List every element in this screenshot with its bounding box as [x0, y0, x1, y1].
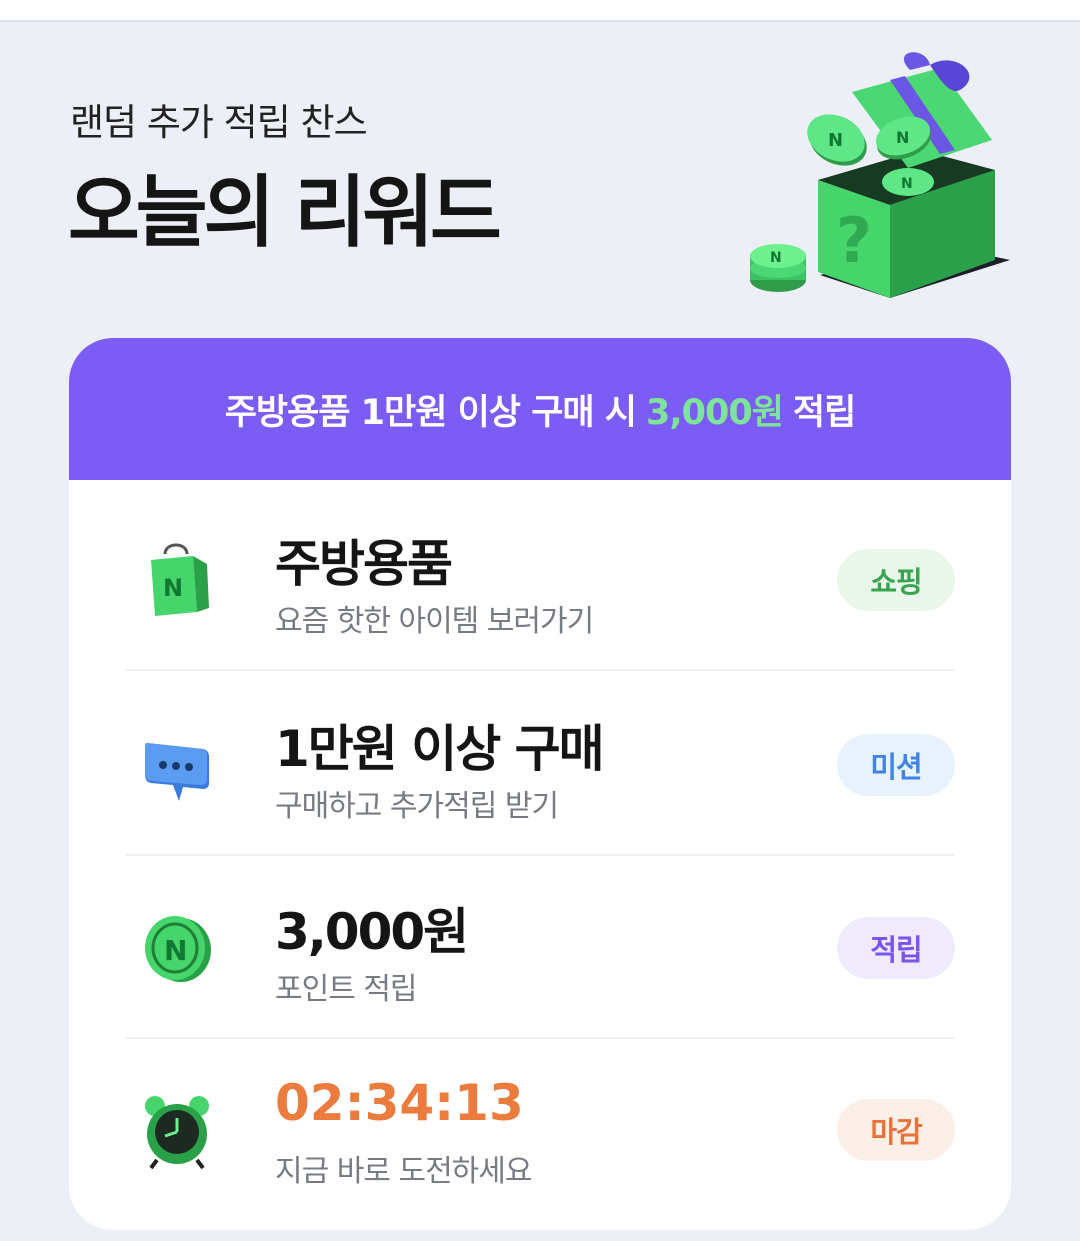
reward-row-mission[interactable]: 1만원 이상 구매 구매하고 추가적립 받기 미션 — [125, 673, 955, 856]
banner-suffix: 적립 — [792, 392, 856, 433]
badge-deadline[interactable]: 마감 — [837, 1098, 955, 1161]
svg-text:N: N — [163, 574, 183, 602]
svg-text:N: N — [896, 128, 909, 147]
gift-box-icon: N ? N N N — [750, 52, 1010, 298]
alarm-clock-icon — [145, 1095, 209, 1169]
badge-points[interactable]: 적립 — [837, 916, 955, 979]
svg-text:N: N — [901, 176, 913, 192]
top-strip — [0, 0, 1080, 20]
svg-text:N: N — [770, 250, 782, 266]
row-subtitle: 지금 바로 도전하세요 — [275, 1154, 532, 1189]
row-subtitle: 요즘 핫한 아이템 보러가기 — [275, 604, 594, 639]
reward-row-shopping[interactable]: N 주방용품 요즘 핫한 아이템 보러가기 쇼핑 — [125, 488, 955, 671]
row-title: 1만원 이상 구매 — [275, 720, 605, 778]
banner-amount: 3,000원 — [645, 392, 784, 433]
row-divider — [125, 669, 955, 671]
reward-banner: 주방용품 1만원 이상 구매 시 3,000원 적립 — [69, 338, 1011, 480]
svg-text:N: N — [164, 934, 187, 967]
shopping-bag-icon: N — [151, 543, 209, 616]
page-title: 오늘의 리워드 — [68, 168, 502, 258]
row-title: 주방용품 — [275, 535, 453, 593]
reward-row-points[interactable]: N 3,000원 포인트 적립 적립 — [125, 856, 955, 1039]
banner-prefix: 주방용품 1만원 이상 구매 시 — [224, 392, 637, 433]
svg-text:?: ? — [836, 204, 872, 277]
page-subtitle: 랜덤 추가 적립 찬스 — [70, 101, 368, 144]
row-subtitle: 구매하고 추가적립 받기 — [275, 789, 559, 824]
badge-shopping[interactable]: 쇼핑 — [837, 548, 955, 611]
row-title: 3,000원 — [275, 903, 469, 961]
coin-icon: N — [145, 915, 211, 982]
reward-card: 주방용품 1만원 이상 구매 시 3,000원 적립 N 주방용품 요즘 핫한 … — [69, 338, 1011, 1230]
countdown-timer: 02:34:13 — [275, 1074, 524, 1132]
top-divider — [0, 20, 1080, 22]
row-subtitle: 포인트 적립 — [275, 972, 418, 1007]
reward-row-deadline[interactable]: 02:34:13 지금 바로 도전하세요 마감 — [125, 1038, 955, 1221]
svg-text:N: N — [828, 130, 843, 151]
chat-bubble-icon — [145, 742, 209, 801]
badge-mission[interactable]: 미션 — [837, 733, 955, 796]
